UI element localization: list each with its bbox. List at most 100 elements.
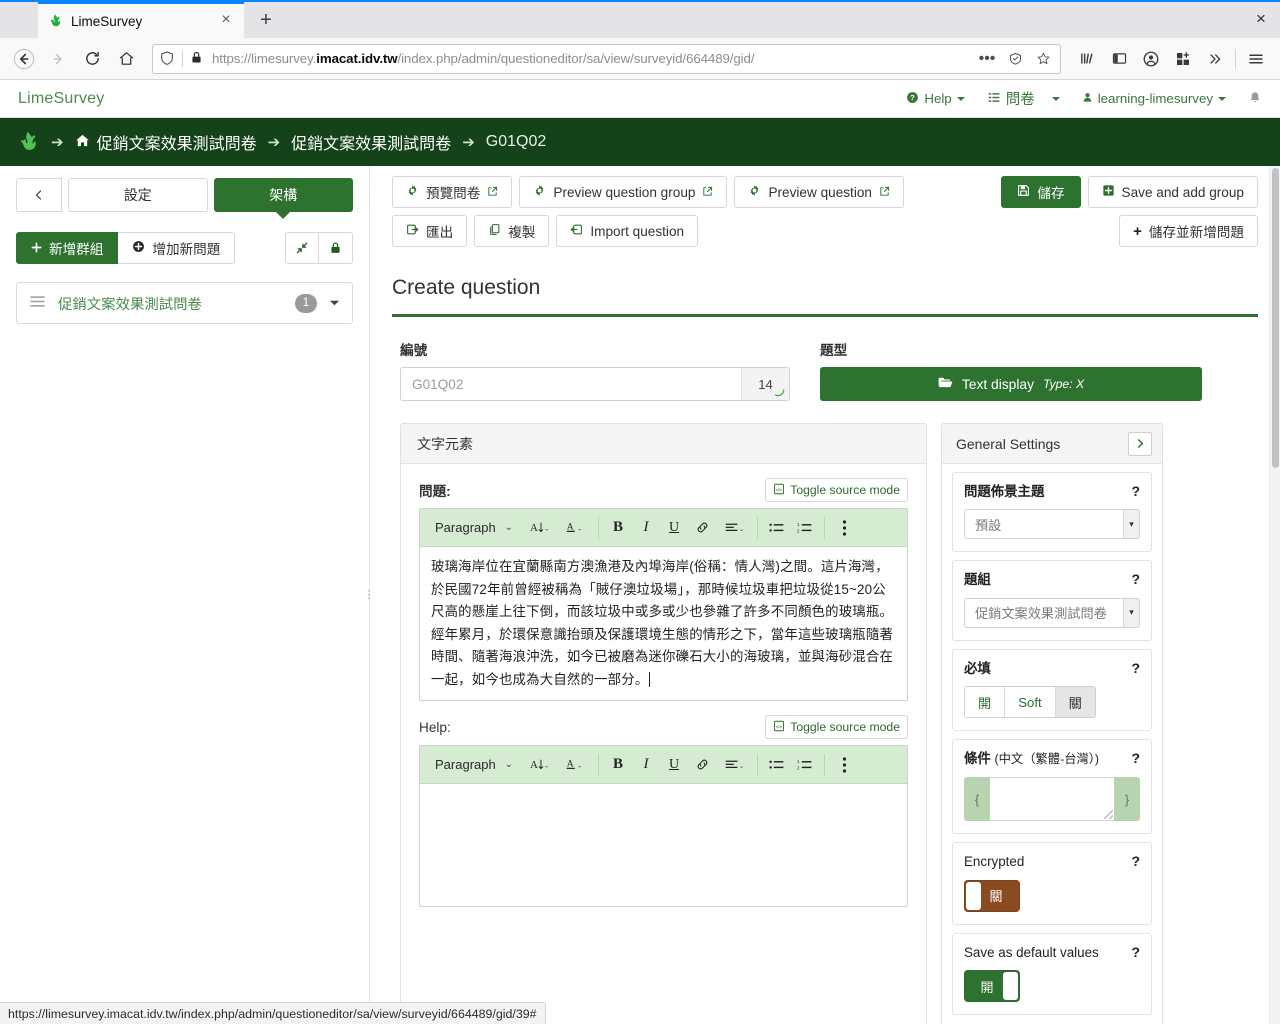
user-menu[interactable]: learning-limesurvey	[1082, 91, 1226, 107]
encrypted-toggle[interactable]: 關	[964, 879, 1020, 912]
link-icon[interactable]	[689, 515, 715, 541]
mandatory-option-on[interactable]: 開	[965, 687, 1006, 718]
help-marker-icon[interactable]: ?	[1131, 660, 1140, 676]
more-options-icon[interactable]	[831, 515, 857, 541]
question-type-button[interactable]: Text display Type: X	[820, 367, 1202, 401]
copy-button[interactable]: 複製	[474, 215, 550, 247]
add-question-button[interactable]: 增加新問題	[118, 232, 236, 264]
underline-icon[interactable]: U	[661, 752, 687, 778]
question-rich-text-editor[interactable]: Paragraph ⌄ A ⌄ A ⌄ B I U ⌄ 1 2 玻璃海岸位在宜蘭…	[419, 508, 908, 702]
app-menu-icon[interactable]	[1240, 43, 1272, 75]
home-button[interactable]	[110, 43, 142, 75]
help-marker-icon[interactable]: ?	[1131, 750, 1140, 766]
browser-tab-limesurvey[interactable]: LimeSurvey ×	[38, 2, 244, 38]
url-bar[interactable]: https://limesurvey.imacat.idv.tw/index.p…	[152, 43, 1061, 74]
help-rich-text-editor[interactable]: Paragraph ⌄ A ⌄ A ⌄ B I U ⌄ 1 2	[419, 745, 908, 908]
surveys-menu[interactable]: 問卷	[987, 88, 1060, 109]
breadcrumb-arrow: ➔	[267, 134, 281, 151]
bold-icon[interactable]: B	[605, 752, 631, 778]
breadcrumb-item-survey-home[interactable]: 促銷文案效果測試問卷	[75, 130, 257, 154]
chevron-right-icon[interactable]	[1128, 431, 1152, 456]
extensions-icon[interactable]	[1167, 43, 1199, 75]
italic-icon[interactable]: I	[633, 752, 659, 778]
scrollbar-thumb[interactable]	[1272, 168, 1279, 468]
more-options-icon[interactable]	[831, 752, 857, 778]
preview-question-group-button[interactable]: Preview question group	[519, 176, 728, 208]
overflow-icon[interactable]	[1199, 43, 1231, 75]
chevron-down-icon[interactable]	[329, 294, 340, 312]
setting-label-row: Encrypted ?	[964, 853, 1140, 870]
font-color-icon[interactable]: A ⌄	[558, 752, 592, 778]
numbered-list-icon[interactable]: 12	[792, 752, 818, 778]
forward-button[interactable]	[42, 43, 74, 75]
bullet-list-icon[interactable]	[764, 515, 790, 541]
preview-survey-button[interactable]: 預覽問卷	[392, 176, 513, 208]
font-color-icon[interactable]: A ⌄	[558, 515, 592, 541]
export-button[interactable]: 匯出	[392, 215, 468, 247]
align-icon[interactable]: ⌄	[717, 515, 751, 541]
sidebar-icon[interactable]	[1103, 43, 1135, 75]
underline-icon[interactable]: U	[661, 515, 687, 541]
save-and-add-group-button[interactable]: Save and add group	[1087, 176, 1258, 208]
app-brand[interactable]: LimeSurvey	[18, 90, 104, 108]
toggle-source-mode-help-button[interactable]: <> Toggle source mode	[765, 715, 908, 740]
toggle-source-mode-question-button[interactable]: <> Toggle source mode	[765, 478, 908, 502]
page-scrollbar[interactable]	[1269, 166, 1280, 1024]
font-size-icon[interactable]: A ⌄	[522, 515, 556, 541]
bold-icon[interactable]: B	[605, 515, 631, 541]
question-editor-content[interactable]: 玻璃海岸位在宜蘭縣南方澳漁港及內埠海岸(俗稱：情人灣)之間。這片海灣，於民國72…	[420, 547, 907, 700]
back-button[interactable]	[8, 43, 40, 75]
paragraph-style-dropdown[interactable]: Paragraph ⌄	[428, 515, 520, 541]
page-actions-icon[interactable]: •••	[976, 48, 998, 70]
help-editor-content[interactable]	[420, 784, 907, 906]
link-icon[interactable]	[689, 752, 715, 778]
help-marker-icon[interactable]: ?	[1131, 944, 1140, 960]
align-icon[interactable]: ⌄	[717, 752, 751, 778]
new-tab-button[interactable]: +	[250, 4, 282, 36]
question-group-select[interactable]: 促銷文案效果測試問卷 ▾	[964, 597, 1140, 628]
drag-handle-icon[interactable]	[29, 295, 46, 312]
condition-expression-textarea[interactable]	[990, 777, 1114, 822]
bullet-list-icon[interactable]	[764, 752, 790, 778]
padlock-icon[interactable]	[189, 50, 206, 67]
question-group-item[interactable]: 促銷文案效果測試問卷 1	[16, 282, 353, 324]
font-size-icon[interactable]: A ⌄	[522, 752, 556, 778]
star-icon[interactable]	[1032, 48, 1054, 70]
help-menu[interactable]: ? Help	[906, 91, 965, 107]
sidebar-collapse-button[interactable]	[16, 178, 62, 212]
add-group-button[interactable]: 新增群組	[16, 232, 119, 264]
collapse-all-icon[interactable]	[285, 232, 319, 264]
tracking-protection-icon[interactable]	[159, 50, 176, 67]
help-marker-icon[interactable]: ?	[1131, 571, 1140, 587]
save-and-add-question-button[interactable]: + 儲存並新增問題	[1119, 215, 1258, 247]
help-marker-icon[interactable]: ?	[1131, 853, 1140, 869]
help-label: Help	[924, 91, 952, 106]
breadcrumb-item-group[interactable]: 促銷文案效果測試問卷	[291, 130, 451, 154]
lock-icon[interactable]	[319, 232, 353, 264]
question-code-input[interactable]	[401, 376, 741, 392]
limesurvey-logo[interactable]	[16, 130, 40, 154]
account-icon[interactable]	[1135, 43, 1167, 75]
paragraph-style-dropdown[interactable]: Paragraph ⌄	[428, 752, 520, 778]
url-text[interactable]: https://limesurvey.imacat.idv.tw/index.p…	[212, 51, 970, 66]
mandatory-option-soft[interactable]: Soft	[1005, 687, 1056, 718]
tab-close-icon[interactable]: ×	[217, 12, 235, 30]
tab-settings[interactable]: 設定	[68, 178, 208, 212]
tab-structure[interactable]: 架構	[213, 178, 353, 219]
numbered-list-icon[interactable]: 12	[792, 515, 818, 541]
help-marker-icon[interactable]: ?	[1131, 483, 1140, 499]
reader-mode-icon[interactable]	[1004, 48, 1026, 70]
save-default-values-toggle[interactable]: 開	[964, 970, 1020, 1003]
italic-icon[interactable]: I	[633, 515, 659, 541]
save-button[interactable]: 儲存	[1001, 176, 1081, 208]
window-close-button[interactable]: ×	[1250, 8, 1272, 30]
preview-question-button[interactable]: Preview question	[734, 176, 904, 208]
question-code-field[interactable]: 14	[400, 367, 790, 401]
reload-button[interactable]	[76, 43, 108, 75]
notification-bell-icon[interactable]	[1248, 90, 1262, 108]
import-question-button[interactable]: Import question	[556, 215, 699, 247]
group-name-label[interactable]: 促銷文案效果測試問卷	[58, 293, 283, 314]
mandatory-option-off[interactable]: 關	[1055, 687, 1095, 718]
library-icon[interactable]	[1071, 43, 1103, 75]
question-theme-select[interactable]: 預設 ▾	[964, 509, 1140, 540]
